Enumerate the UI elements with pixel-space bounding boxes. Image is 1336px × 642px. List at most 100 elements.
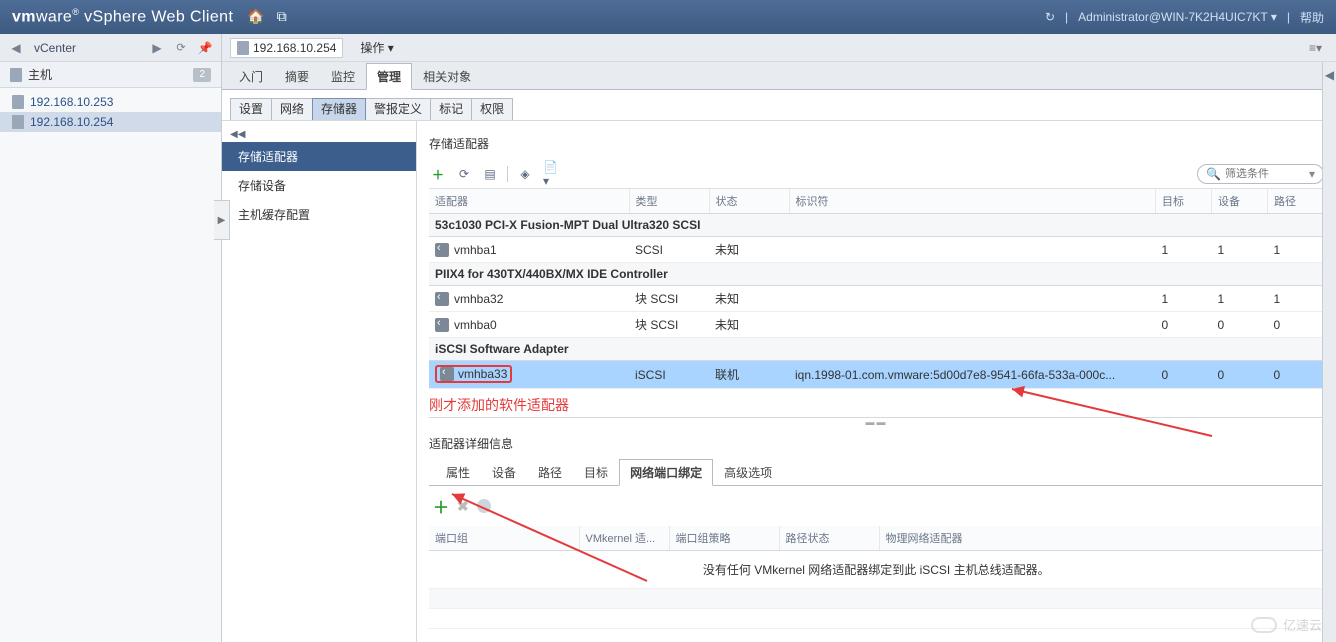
host-list: 192.168.10.253192.168.10.254 <box>0 88 221 136</box>
manage-content: 存储适配器 ＋ ⟳ ▤ ◈ 📄▾ 🔍 ▾ 适配器类型状态标 <box>417 121 1336 642</box>
detail-tab-4[interactable]: 网络端口绑定 <box>619 459 713 486</box>
detail-tab-3[interactable]: 目标 <box>573 459 619 486</box>
mgmt-nav-item-1[interactable]: 存储设备 <box>222 171 416 200</box>
adapters-table: 适配器类型状态标识符目标设备路径 53c1030 PCI-X Fusion-MP… <box>429 189 1324 389</box>
host-item[interactable]: 192.168.10.254 <box>0 112 221 132</box>
nav-history-bar: ◀ vCenter ▶ ⟳ 📌 <box>0 34 221 62</box>
sep: | <box>1065 10 1068 24</box>
sub-tab-2[interactable]: 存储器 <box>312 98 366 120</box>
adapter-row[interactable]: vmhba33iSCSI联机iqn.1998-01.com.vmware:5d0… <box>429 361 1324 389</box>
detail-splitter[interactable]: ▬▬ <box>429 417 1324 425</box>
windows-icon[interactable]: ⧉ <box>277 8 287 25</box>
page-menu-icon[interactable]: ≡▾ <box>1309 41 1328 55</box>
adapter-icon <box>435 292 449 306</box>
detail-tab-1[interactable]: 设备 <box>481 459 527 486</box>
add-adapter-icon[interactable]: ＋ <box>429 165 447 183</box>
host-icon <box>12 95 24 109</box>
refresh-adapter-icon[interactable]: ⟳ <box>455 165 473 183</box>
sub-tabs: 设置网络存储器警报定义标记权限 <box>222 90 1336 121</box>
port-col-header[interactable]: 物理网络适配器 <box>879 526 1324 551</box>
add-binding-icon[interactable]: ＋ <box>433 494 449 518</box>
nav-history-icon[interactable]: ⟳ <box>171 38 191 58</box>
nav-pin-icon[interactable]: 📌 <box>195 38 215 58</box>
detail-toolbar: ＋ ✖ <box>429 486 1324 526</box>
main-tab-3[interactable]: 管理 <box>366 63 412 90</box>
host-item[interactable]: 192.168.10.253 <box>0 92 221 112</box>
table-row <box>429 589 1324 609</box>
main-tab-4[interactable]: 相关对象 <box>412 63 482 90</box>
manage-side-nav: ◀◀ 存储适配器存储设备主机缓存配置 <box>222 121 417 642</box>
adapters-col-header[interactable]: 类型 <box>629 189 709 214</box>
adapters-col-header[interactable]: 目标 <box>1156 189 1212 214</box>
separator <box>507 166 508 182</box>
filter-input[interactable] <box>1225 168 1305 180</box>
detach-icon[interactable]: ◈ <box>516 165 534 183</box>
adapters-col-header[interactable]: 适配器 <box>429 189 629 214</box>
adapter-row[interactable]: vmhba32块 SCSI未知111 <box>429 286 1324 312</box>
sub-tab-0[interactable]: 设置 <box>230 98 272 120</box>
remove-binding-icon: ✖ <box>457 498 469 515</box>
nav-forward-icon[interactable]: ▶ <box>147 38 167 58</box>
actions-menu[interactable]: 操作 ▾ <box>353 38 400 58</box>
detail-tab-2[interactable]: 路径 <box>527 459 573 486</box>
annotation-text: 刚才添加的软件适配器 <box>429 395 1324 415</box>
adapters-col-header[interactable]: 状态 <box>709 189 789 214</box>
refresh-icon[interactable]: ↻ <box>1045 10 1055 24</box>
brand-logo: vmware® vSphere Web Client <box>12 7 233 26</box>
adapters-col-header[interactable]: 标识符 <box>789 189 1156 214</box>
app-header: vmware® vSphere Web Client 🏠 ⧉ ↻ | Admin… <box>0 0 1336 34</box>
nav-context[interactable]: vCenter <box>30 41 143 55</box>
sub-tab-3[interactable]: 警报定义 <box>365 98 431 120</box>
main-tab-0[interactable]: 入门 <box>228 63 274 90</box>
port-col-header[interactable]: 端口组 <box>429 526 579 551</box>
port-col-header[interactable]: 路径状态 <box>779 526 879 551</box>
side-nav-collapse-icon[interactable]: ◀◀ <box>222 127 416 142</box>
adapters-toolbar: ＋ ⟳ ▤ ◈ 📄▾ 🔍 ▾ <box>429 160 1324 189</box>
filter-box[interactable]: 🔍 ▾ <box>1197 164 1324 184</box>
home-icon[interactable]: 🏠 <box>247 8 264 25</box>
object-bar: 192.168.10.254 操作 ▾ ≡▾ <box>222 34 1336 62</box>
host-icon <box>12 115 24 129</box>
nav-back-icon[interactable]: ◀ <box>6 38 26 58</box>
adapters-title: 存储适配器 <box>429 131 1324 160</box>
adapter-icon <box>440 367 454 381</box>
detail-tab-5[interactable]: 高级选项 <box>713 459 783 486</box>
sub-tab-4[interactable]: 标记 <box>430 98 472 120</box>
filter-dropdown-icon[interactable]: ▾ <box>1309 167 1315 181</box>
main-tabs: 入门摘要监控管理相关对象 <box>222 62 1336 90</box>
navigator-collapse-handle[interactable]: ▶ <box>214 200 230 240</box>
info-icon <box>477 499 491 513</box>
adapter-icon <box>435 318 449 332</box>
detail-tab-0[interactable]: 属性 <box>435 459 481 486</box>
navigator-pane: ◀ vCenter ▶ ⟳ 📌 主机 2 192.168.10.253192.1… <box>0 34 222 642</box>
cloud-icon <box>1251 617 1277 633</box>
copy-icon[interactable]: 📄▾ <box>542 165 560 183</box>
sub-tab-5[interactable]: 权限 <box>471 98 513 120</box>
sep: | <box>1287 10 1290 24</box>
main-tab-2[interactable]: 监控 <box>320 63 366 90</box>
help-link[interactable]: 帮助 <box>1300 9 1324 26</box>
sub-tab-1[interactable]: 网络 <box>271 98 313 120</box>
port-col-header[interactable]: VMkernel 适... <box>579 526 669 551</box>
detail-tabs: 属性设备路径目标网络端口绑定高级选项 <box>429 458 1324 486</box>
adapter-group-row: PIIX4 for 430TX/440BX/MX IDE Controller <box>429 263 1324 286</box>
mgmt-nav-item-2[interactable]: 主机缓存配置 <box>222 200 416 229</box>
adapters-col-header[interactable]: 路径 <box>1268 189 1324 214</box>
table-row <box>429 609 1324 629</box>
mgmt-nav-item-0[interactable]: 存储适配器 <box>222 142 416 171</box>
empty-binding-msg: 没有任何 VMkernel 网络适配器绑定到此 iSCSI 主机总线适配器。 <box>429 551 1324 589</box>
port-col-header[interactable]: 端口组策略 <box>669 526 779 551</box>
watermark: 亿速云 <box>1251 615 1322 634</box>
selected-object[interactable]: 192.168.10.254 <box>230 38 343 58</box>
nav-section-header[interactable]: 主机 2 <box>0 62 221 88</box>
user-menu[interactable]: Administrator@WIN-7K2H4UIC7KT ▾ <box>1078 10 1277 24</box>
detail-title: 适配器详细信息 <box>429 425 1324 458</box>
right-panel-handle[interactable]: ◀ <box>1322 62 1336 642</box>
adapters-col-header[interactable]: 设备 <box>1212 189 1268 214</box>
adapter-icon <box>435 243 449 257</box>
rescan-icon[interactable]: ▤ <box>481 165 499 183</box>
adapter-row[interactable]: vmhba0块 SCSI未知000 <box>429 312 1324 338</box>
host-count-badge: 2 <box>193 68 211 82</box>
main-tab-1[interactable]: 摘要 <box>274 63 320 90</box>
adapter-row[interactable]: vmhba1SCSI未知111 <box>429 237 1324 263</box>
